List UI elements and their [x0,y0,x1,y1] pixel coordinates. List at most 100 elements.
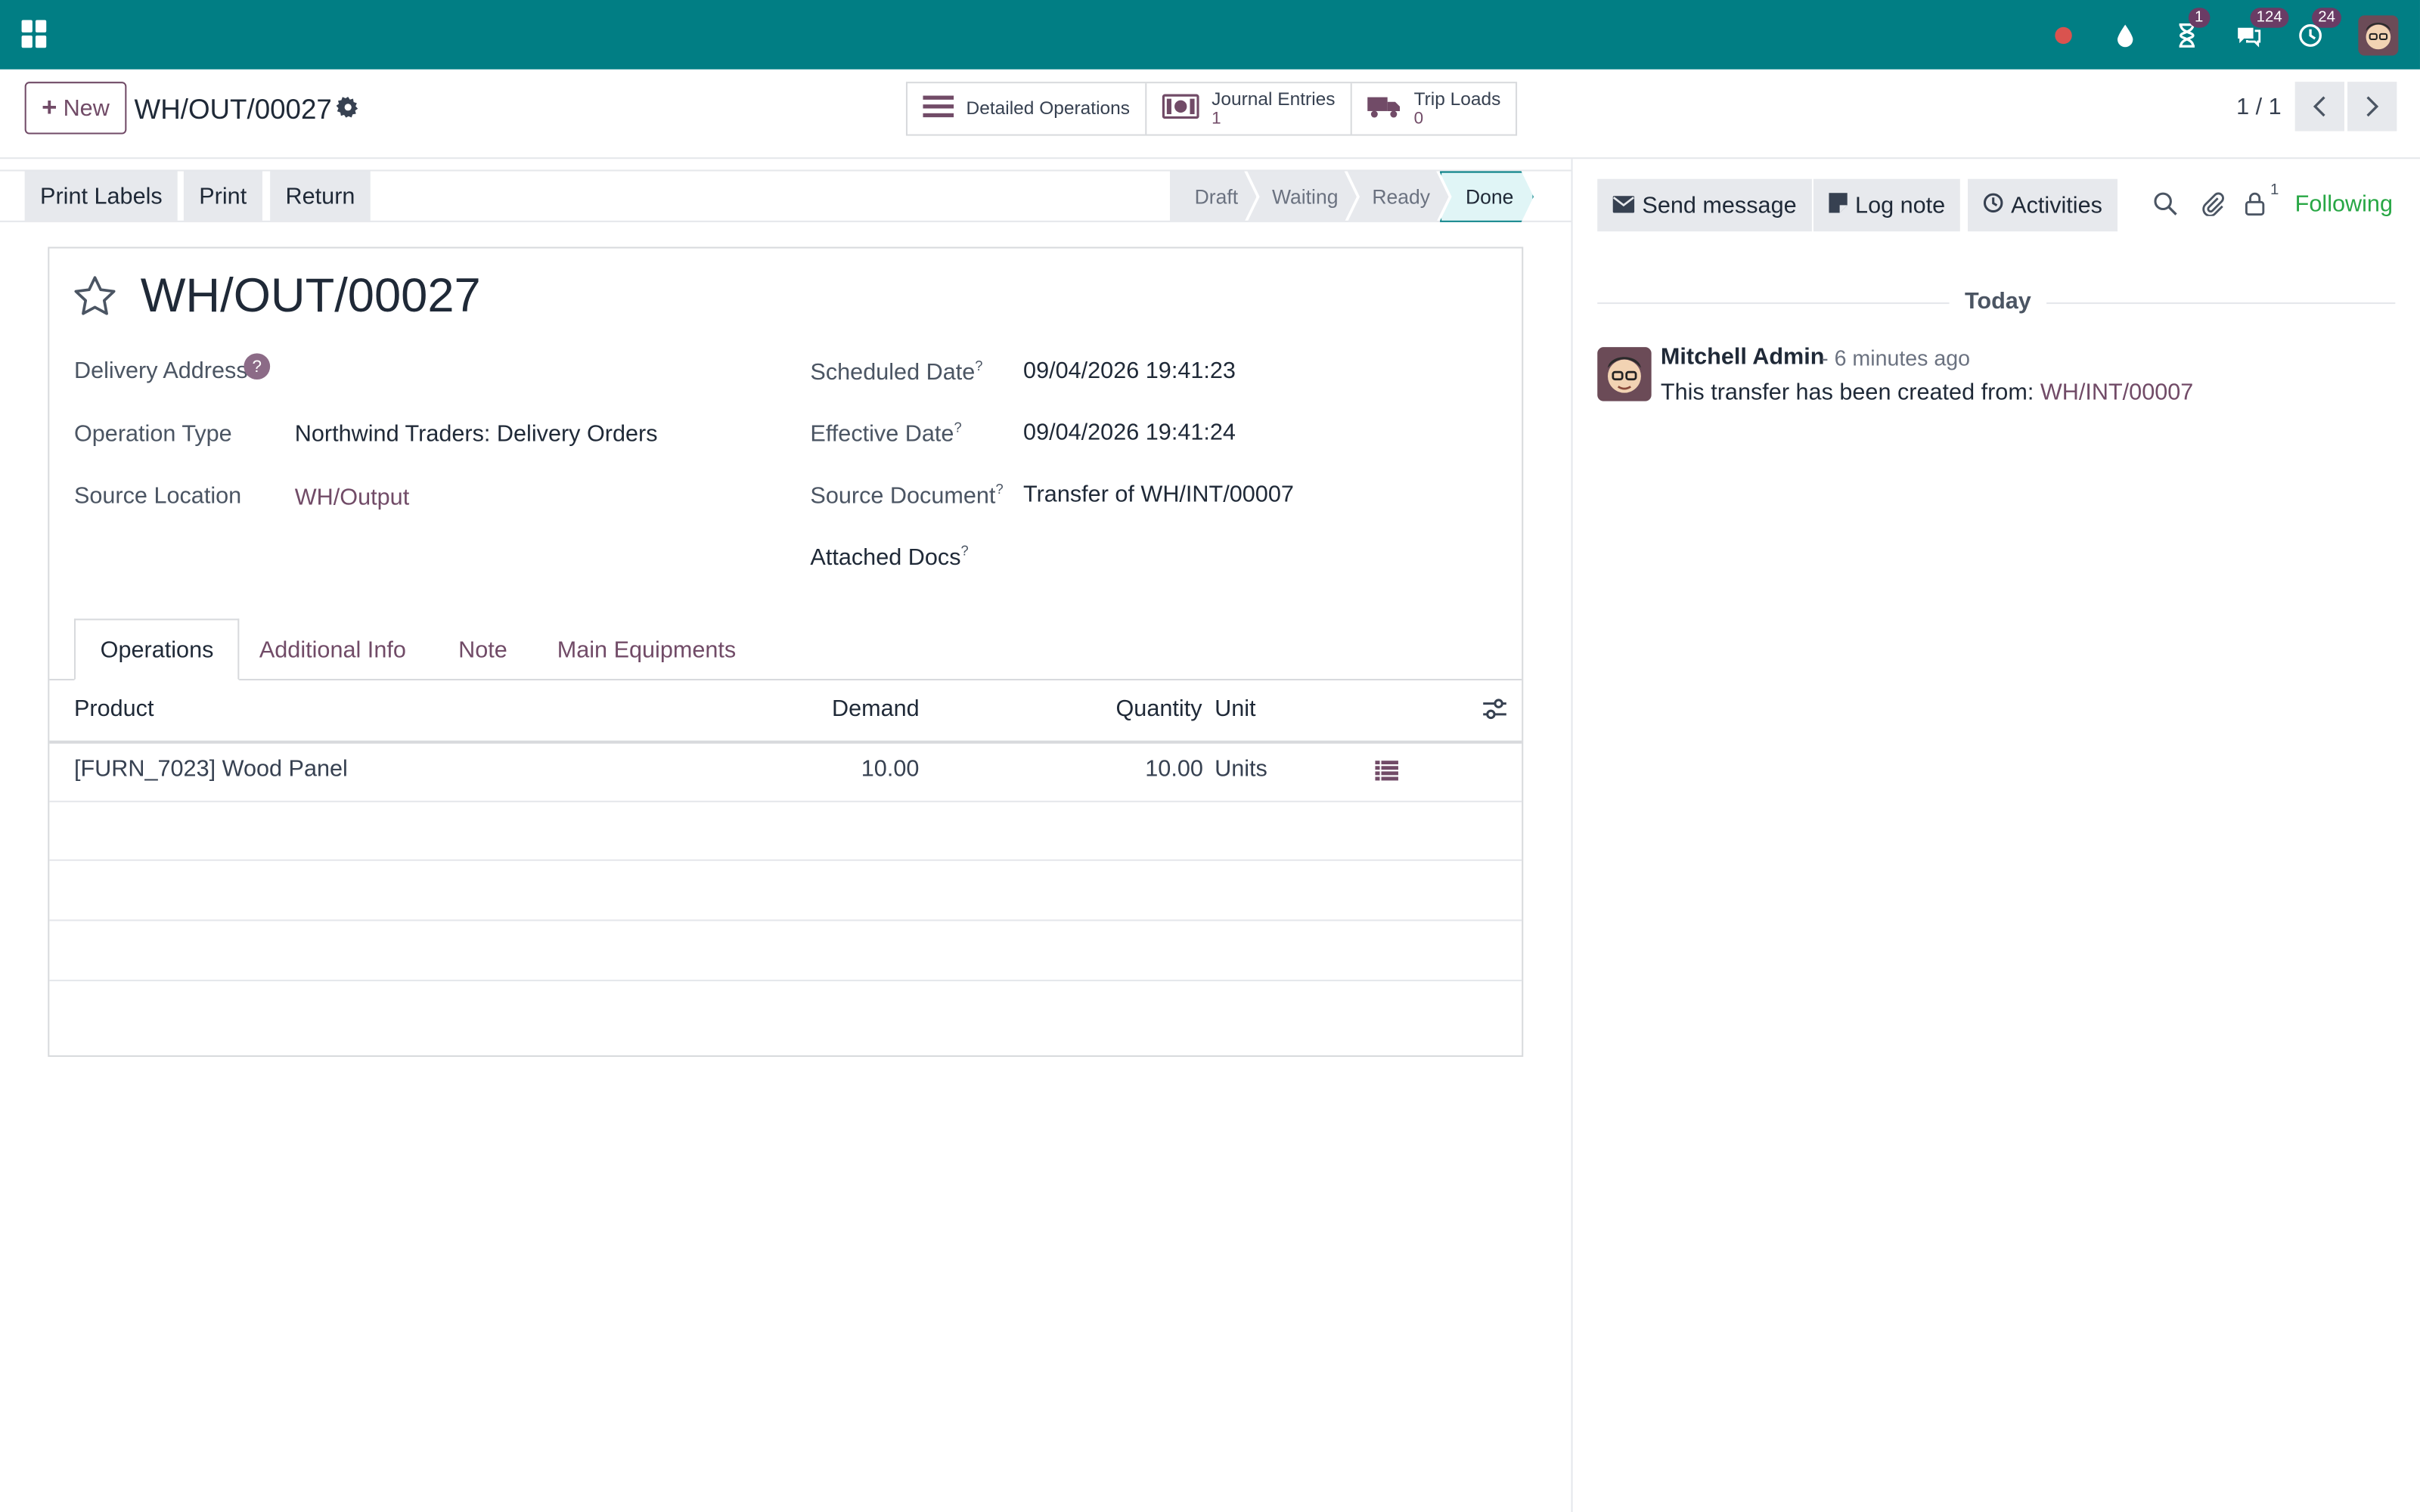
tab-main-equipments[interactable]: Main Equipments [532,618,761,680]
truck-icon [1367,94,1401,123]
stage-draft[interactable]: Draft [1170,172,1257,222]
log-note-button[interactable]: Log note [1813,178,1961,232]
following-button[interactable]: Following [2295,191,2393,218]
chatter-separator [1571,159,1573,1512]
message-body: This transfer has been created from: WH/… [1661,380,2193,406]
scheduled-date-value[interactable]: 09/04/2026 19:41:23 [1023,358,1236,384]
optional-columns-icon[interactable] [1481,697,1508,728]
top-navbar: 1 124 24 [0,0,2420,70]
print-button[interactable]: Print [183,171,262,222]
tab-note[interactable]: Note [433,618,532,680]
messages-badge: 124 [2250,7,2288,27]
apps-menu-icon[interactable] [21,20,50,48]
scheduled-date-help: ? [975,358,983,373]
activities-button[interactable]: Activities [1968,178,2118,232]
source-location-link[interactable]: WH/Output [295,485,409,511]
clock-icon [1983,192,2003,218]
journal-entries-button[interactable]: Journal Entries 1 [1146,83,1352,135]
pager-previous-button[interactable] [2294,82,2344,132]
scheduled-date-label-text: Scheduled Date [810,359,976,386]
note-icon [1829,192,1848,218]
messages-icon[interactable]: 124 [2235,7,2288,49]
message-source-link[interactable]: WH/INT/00007 [2040,380,2193,406]
table-row-divider [49,979,1522,981]
message-text: This transfer has been created from: [1660,380,2040,406]
send-message-button[interactable]: Send message [1597,178,1813,232]
message-time: - 6 minutes ago [1821,345,1971,370]
user-avatar[interactable] [2358,14,2399,55]
paperclip-icon[interactable] [2201,191,2226,222]
message-author[interactable]: Mitchell Admin [1661,344,1825,370]
envelope-icon [1612,192,1635,218]
row-demand[interactable]: 10.00 [861,756,920,782]
date-divider-label: Today [1949,288,2047,315]
new-button[interactable]: + New [24,82,127,135]
clock-badge: 24 [2312,7,2342,27]
return-button[interactable]: Return [270,171,371,222]
effective-date-label-text: Effective Date [810,421,954,448]
clock-icon[interactable]: 24 [2297,7,2342,49]
stage-waiting[interactable]: Waiting [1247,172,1357,222]
chevron-left-icon [2313,96,2325,117]
smart-buttons: Detailed Operations Journal Entries 1 Tr… [905,82,1518,136]
print-labels-button[interactable]: Print Labels [24,171,178,222]
source-location-label: Source Location [73,482,242,510]
table-header-divider [49,740,1522,744]
column-header-product[interactable]: Product [74,696,154,722]
message-author-avatar[interactable] [1597,347,1652,401]
tab-additional-info[interactable]: Additional Info [234,618,430,680]
stage-ready[interactable]: Ready [1348,172,1449,222]
recording-dot-icon[interactable] [2049,21,2077,49]
source-document-label: Source Document? [810,482,1003,510]
log-note-label: Log note [1855,192,1946,218]
control-panel: + New WH/OUT/00027 Detailed Operations J… [0,69,2420,160]
gear-icon[interactable] [336,96,360,125]
help-tooltip-icon[interactable]: ? [244,353,271,380]
breadcrumb-record-name: WH/OUT/00027 [134,94,332,125]
journal-entries-label: Journal Entries [1212,88,1336,110]
chevron-right-icon [2366,96,2379,117]
stage-done[interactable]: Done [1439,172,1534,222]
drop-icon[interactable] [2111,21,2139,49]
money-icon [1162,94,1199,123]
navbar-systray: 1 124 24 [2049,0,2399,70]
detailed-operations-button[interactable]: Detailed Operations [908,83,1147,135]
status-stages: Draft Waiting Ready Done [1170,172,1534,222]
tab-operations[interactable]: Operations [73,618,240,680]
column-header-unit[interactable]: Unit [1215,696,1255,722]
table-row-divider [49,919,1522,922]
search-icon[interactable] [2153,191,2178,222]
effective-date-value[interactable]: 09/04/2026 19:41:24 [1023,420,1236,446]
row-quantity[interactable]: 10.00 [1145,756,1203,782]
pager-buttons [2294,82,2397,132]
priority-star-icon[interactable] [73,274,117,325]
column-header-quantity[interactable]: Quantity [1115,696,1202,722]
operation-type-label: Operation Type [73,421,232,448]
column-header-demand[interactable]: Demand [832,696,920,722]
row-product[interactable]: [FURN_7023] Wood Panel [74,756,348,782]
pager-next-button[interactable] [2347,82,2397,132]
trip-loads-count: 0 [1413,109,1424,129]
delivery-address-label: Delivery Address [73,358,248,385]
source-document-help: ? [995,481,1004,497]
operation-type-value[interactable]: Northwind Traders: Delivery Orders [295,421,658,448]
pager-value[interactable]: 1 / 1 [2236,94,2282,120]
activity-badge: 1 [2188,7,2210,27]
table-row-divider [49,801,1522,803]
table-row-divider [49,859,1522,861]
list-icon [923,94,954,123]
trip-loads-button[interactable]: Trip Loads 0 [1352,83,1516,134]
new-button-label: New [63,94,110,122]
form-statusbar: Print Labels Print Return Draft Waiting … [0,169,1571,222]
attached-docs-label-text: Attached Docs [810,544,961,572]
source-document-value[interactable]: Transfer of WH/INT/00007 [1023,482,1294,508]
row-details-list-icon[interactable] [1375,761,1398,789]
row-unit[interactable]: Units [1215,756,1267,782]
attached-docs-label: Attached Docs? [810,543,968,571]
followers-lock-icon[interactable]: 1 [2244,182,2279,222]
send-message-label: Send message [1642,192,1797,218]
activity-hourglass-icon[interactable]: 1 [2173,7,2210,49]
attached-docs-help: ? [960,543,969,559]
effective-date-help: ? [954,420,962,435]
record-title: WH/OUT/00027 [140,268,481,323]
